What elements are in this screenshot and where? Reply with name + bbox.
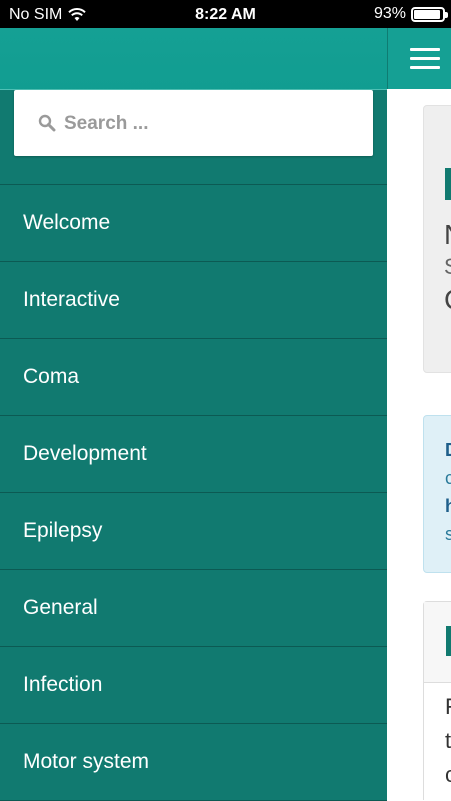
- nav-item-welcome[interactable]: Welcome: [0, 185, 387, 262]
- content-card-header: [424, 602, 451, 683]
- nav-item-label: Coma: [23, 365, 80, 388]
- nav-item-general[interactable]: General: [0, 570, 387, 647]
- battery-group: 93%: [373, 5, 448, 23]
- content-letter: t: [445, 728, 451, 753]
- search-input[interactable]: [62, 104, 356, 144]
- info-letter: D: [445, 440, 451, 461]
- nav-item-epilepsy[interactable]: Epilepsy: [0, 493, 387, 570]
- content-card: F t c: [423, 601, 451, 800]
- status-bar: No SIM 8:22 AM 93%: [0, 0, 451, 28]
- battery-icon: [411, 6, 448, 22]
- page-content-peek: N S C D c h s F t c: [387, 89, 451, 800]
- top-bar: [387, 28, 451, 89]
- intro-letter: S: [444, 254, 451, 280]
- nav-item-label: Motor system: [23, 750, 150, 773]
- nav-item-coma[interactable]: Coma: [0, 339, 387, 416]
- nav-item-label: Epilepsy: [23, 519, 103, 542]
- nav-item-label: Development: [23, 442, 147, 465]
- nav-item-label: Infection: [23, 673, 103, 696]
- nav-item-label: General: [23, 596, 98, 619]
- content-letter: c: [445, 762, 451, 787]
- info-card: D c h s: [423, 415, 451, 573]
- intro-card: N S C: [423, 105, 451, 373]
- nav-item-label: Welcome: [23, 211, 111, 234]
- nav-item-label: Interactive: [23, 288, 120, 311]
- nav-item-interactive[interactable]: Interactive: [0, 262, 387, 339]
- heading-bar: [445, 168, 451, 200]
- sidebar-nav: Welcome Interactive Coma Development Epi…: [0, 184, 387, 801]
- search-box[interactable]: [14, 90, 373, 156]
- battery-fill: [414, 9, 441, 19]
- sidebar-header: [0, 28, 387, 90]
- info-letter: s: [445, 524, 451, 544]
- content-letter: F: [445, 694, 451, 720]
- nav-item-motor-system[interactable]: Motor system: [0, 724, 387, 801]
- battery-percent: 93%: [373, 5, 406, 22]
- info-letter: c: [445, 468, 451, 488]
- search-icon: [38, 114, 56, 132]
- intro-letter: C: [444, 284, 451, 316]
- intro-letter: N: [444, 219, 451, 251]
- info-letter: h: [445, 496, 451, 516]
- nav-item-development[interactable]: Development: [0, 416, 387, 493]
- nav-item-infection[interactable]: Infection: [0, 647, 387, 724]
- heading-bar: [446, 626, 451, 656]
- hamburger-menu-icon[interactable]: [410, 48, 440, 70]
